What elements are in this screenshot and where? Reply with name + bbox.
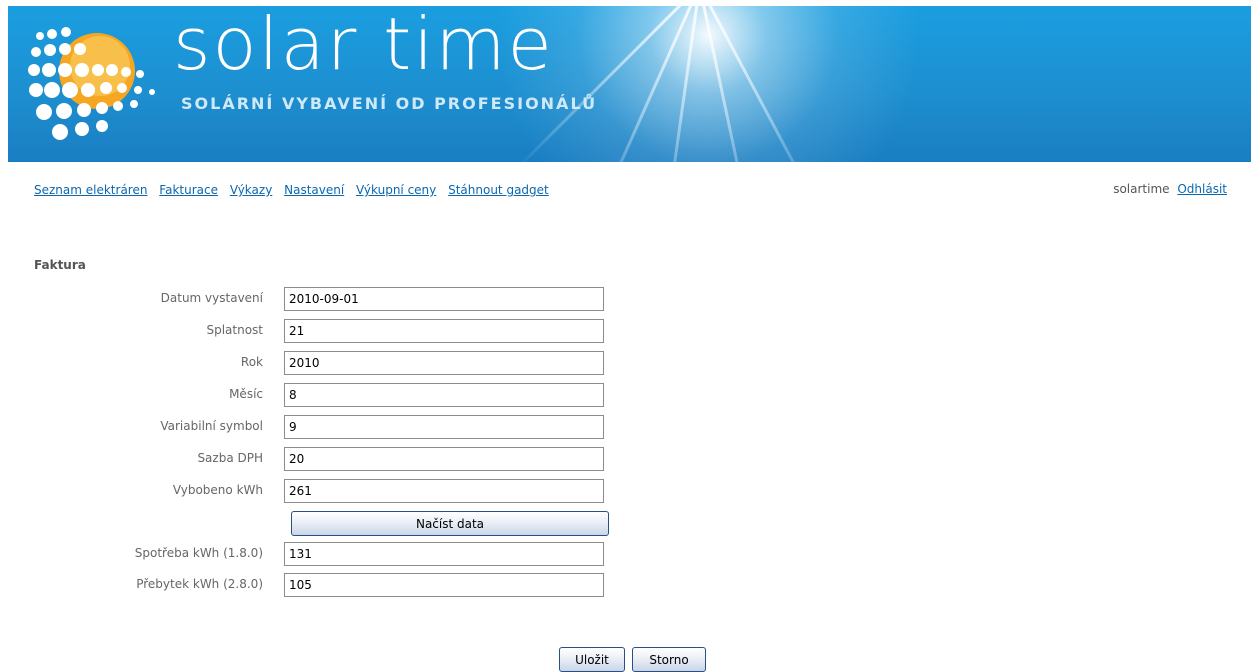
form-row: Spotřeba kWh (1.8.0) (0, 542, 700, 570)
spotreba-kwh-input[interactable] (284, 542, 604, 566)
field-label: Rok (240, 355, 263, 369)
form-row: Variabilní symbol (0, 415, 700, 443)
site-title: solar time (173, 6, 554, 86)
rok-input[interactable] (284, 351, 604, 375)
splatnost-input[interactable] (284, 319, 604, 343)
prebytek-kwh-input[interactable] (284, 573, 604, 597)
mesic-input[interactable] (284, 383, 604, 407)
site-subtitle: SOLÁRNÍ VYBAVENÍ OD PROFESIONÁLŮ (181, 94, 598, 113)
variabilni-symbol-input[interactable] (284, 415, 604, 439)
field-label: Sazba DPH (197, 451, 263, 465)
load-data-button[interactable]: Načíst data (291, 511, 609, 536)
form-row: Rok (0, 351, 700, 379)
field-label: Spotřeba kWh (1.8.0) (134, 546, 263, 560)
nav-item-nastaveni[interactable]: Nastavení (284, 183, 344, 197)
form-row: Sazba DPH (0, 447, 700, 475)
form-title: Faktura (34, 258, 86, 272)
solar-logo-icon (28, 27, 155, 140)
nav-item-fakturace[interactable]: Fakturace (159, 183, 218, 197)
field-label: Měsíc (229, 387, 263, 401)
nav-item-seznam-elektraren[interactable]: Seznam elektráren (34, 183, 147, 197)
user-bar: solartime Odhlásit (1113, 182, 1227, 196)
field-label: Vybobeno kWh (172, 483, 263, 497)
nav-item-stahnout-gadget[interactable]: Stáhnout gadget (448, 183, 549, 197)
nav-item-vykupni-ceny[interactable]: Výkupní ceny (356, 183, 436, 197)
vybobeno-kwh-input[interactable] (284, 479, 604, 503)
form-row: Datum vystavení (0, 287, 700, 315)
field-label: Přebytek kWh (2.8.0) (136, 577, 263, 591)
field-label: Datum vystavení (160, 291, 263, 305)
form-row: Přebytek kWh (2.8.0) (0, 573, 700, 601)
save-button[interactable]: Uložit (559, 647, 625, 672)
form-row: Splatnost (0, 319, 700, 347)
header-banner: solar time SOLÁRNÍ VYBAVENÍ OD PROFESION… (8, 6, 1251, 162)
field-label: Variabilní symbol (160, 419, 263, 433)
field-label: Splatnost (206, 323, 263, 337)
nav-item-vykazy[interactable]: Výkazy (230, 183, 272, 197)
main-nav: Seznam elektráren Fakturace Výkazy Nasta… (34, 183, 557, 197)
logout-link[interactable]: Odhlásit (1177, 182, 1227, 196)
username: solartime (1113, 182, 1170, 196)
datum-vystaveni-input[interactable] (284, 287, 604, 311)
form-row: Vybobeno kWh (0, 479, 700, 507)
form-row: Měsíc (0, 383, 700, 411)
cancel-button[interactable]: Storno (632, 647, 706, 672)
sazba-dph-input[interactable] (284, 447, 604, 471)
